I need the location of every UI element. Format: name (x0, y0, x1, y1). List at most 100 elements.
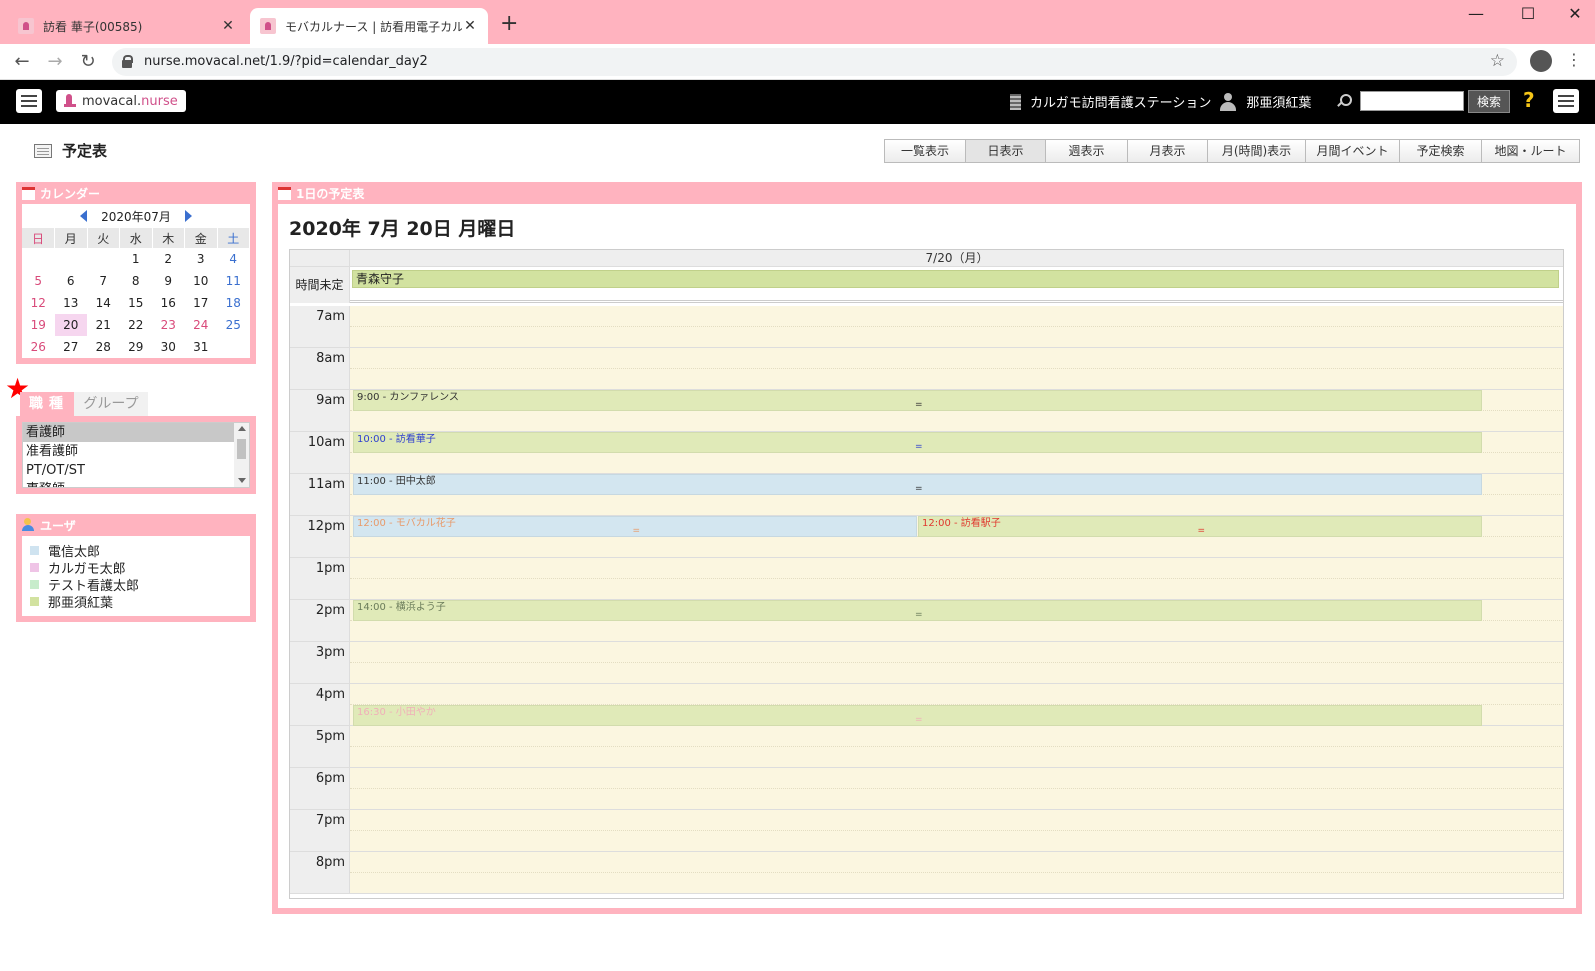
resize-handle-icon[interactable]: = (1198, 527, 1206, 536)
schedule-event[interactable]: 10:00 - 訪看華子 = (353, 432, 1482, 453)
hour-slot[interactable] (350, 810, 1563, 852)
job-type-option[interactable]: 看護師 (23, 423, 249, 442)
calendar-day[interactable]: 21 (87, 314, 120, 336)
close-icon[interactable]: ✕ (220, 18, 236, 34)
window-close-icon[interactable]: ✕ (1555, 4, 1595, 23)
hour-slot[interactable] (350, 348, 1563, 390)
maximize-icon[interactable]: ☐ (1508, 4, 1548, 23)
resize-handle-icon[interactable]: = (915, 401, 923, 410)
schedule-event[interactable]: 9:00 - カンファレンス = (353, 390, 1482, 411)
bookmark-star-icon[interactable]: ☆ (1490, 51, 1505, 71)
scroll-down-icon[interactable] (238, 478, 246, 483)
calendar-day[interactable]: 28 (87, 336, 120, 358)
next-month-icon[interactable] (184, 210, 192, 222)
calendar-day[interactable]: 26 (22, 336, 55, 358)
calendar-day[interactable]: 3 (185, 248, 218, 270)
browser-menu-icon[interactable]: ⋮ (1566, 50, 1582, 69)
calendar-day[interactable]: 19 (22, 314, 55, 336)
browser-tab-2[interactable]: モバカルナース | 訪看用電子カルテ ✕ (250, 8, 488, 44)
calendar-day[interactable]: 2 (152, 248, 185, 270)
untimed-event[interactable]: 青森守子 (352, 270, 1559, 288)
tab-map-route[interactable]: 地図・ルート (1482, 139, 1580, 163)
profile-icon[interactable] (1530, 50, 1552, 72)
back-arrow-icon[interactable]: ← (10, 50, 34, 74)
calendar-day[interactable]: 10 (185, 270, 218, 292)
calendar-day[interactable]: 24 (185, 314, 218, 336)
job-type-option[interactable]: 事務師 (23, 480, 249, 487)
minimize-icon[interactable]: — (1456, 4, 1496, 23)
tab-month-time-view[interactable]: 月(時間)表示 (1208, 139, 1306, 163)
tab-monthly-events[interactable]: 月間イベント (1306, 139, 1400, 163)
calendar-day[interactable]: 17 (185, 292, 218, 314)
hour-slot[interactable] (350, 642, 1563, 684)
calendar-day[interactable]: 22 (120, 314, 153, 336)
job-type-listbox[interactable]: 看護師准看護師PT/OT/ST事務師 (22, 422, 250, 488)
calendar-day[interactable]: 15 (120, 292, 153, 314)
tab-list-view[interactable]: 一覧表示 (884, 139, 966, 163)
tab-week-view[interactable]: 週表示 (1046, 139, 1128, 163)
new-tab-icon[interactable]: + (500, 12, 518, 36)
calendar-day[interactable]: 13 (55, 292, 88, 314)
tab-job-type[interactable]: 職種 (20, 392, 74, 416)
user-row[interactable]: 電信太郎 (30, 542, 250, 560)
help-icon[interactable]: ? (1523, 88, 1535, 112)
schedule-event[interactable]: 12:00 - モバカル花子 = (353, 516, 917, 537)
hour-slot[interactable] (350, 558, 1563, 600)
scroll-thumb[interactable] (237, 439, 246, 459)
hour-slot[interactable] (350, 306, 1563, 348)
header-search-input[interactable] (1360, 91, 1464, 111)
tab-day-view[interactable]: 日表示 (966, 139, 1046, 163)
calendar-day[interactable]: 1 (120, 248, 153, 270)
tab-schedule-search[interactable]: 予定検索 (1400, 139, 1482, 163)
resize-handle-icon[interactable]: = (633, 527, 641, 536)
movacal-logo[interactable]: movacal.nurse (56, 90, 186, 112)
hour-slot[interactable] (350, 768, 1563, 810)
calendar-day[interactable]: 27 (55, 336, 88, 358)
untimed-area[interactable]: 青森守子 (350, 267, 1563, 303)
resize-handle-icon[interactable]: = (915, 611, 923, 620)
hamburger-menu-icon[interactable] (16, 89, 42, 113)
resize-handle-icon[interactable]: = (915, 443, 923, 452)
user-row[interactable]: 那亜須紅葉 (30, 593, 250, 611)
schedule-event[interactable]: 16:30 - 小田やか = (353, 705, 1482, 726)
schedule-event[interactable]: 11:00 - 田中太郎 = (353, 474, 1482, 495)
calendar-day[interactable]: 23 (152, 314, 185, 336)
forward-arrow-icon[interactable]: → (43, 50, 67, 74)
close-icon[interactable]: ✕ (462, 18, 478, 34)
header-search-button[interactable]: 検索 (1468, 90, 1510, 113)
user-row[interactable]: テスト看護太郎 (30, 576, 250, 594)
calendar-day[interactable]: 6 (55, 270, 88, 292)
hour-slot[interactable] (350, 852, 1563, 894)
browser-tab-1[interactable]: 訪看 華子(00585) ✕ (8, 8, 246, 44)
calendar-day[interactable]: 18 (217, 292, 250, 314)
job-type-option[interactable]: 准看護師 (23, 442, 249, 461)
prev-month-icon[interactable] (80, 210, 88, 222)
scroll-up-icon[interactable] (238, 426, 246, 431)
calendar-day[interactable]: 29 (120, 336, 153, 358)
schedule-event[interactable]: 12:00 - 訪看駅子 = (918, 516, 1482, 537)
calendar-day[interactable]: 20 (54, 314, 87, 336)
reload-icon[interactable]: ↻ (76, 50, 100, 74)
hour-slot[interactable] (350, 726, 1563, 768)
calendar-day[interactable]: 11 (217, 270, 250, 292)
calendar-day[interactable]: 4 (217, 248, 250, 270)
calendar-day[interactable]: 14 (87, 292, 120, 314)
tab-group[interactable]: グループ (74, 392, 148, 416)
tab-month-view[interactable]: 月表示 (1128, 139, 1208, 163)
calendar-day[interactable]: 7 (87, 270, 120, 292)
calendar-day[interactable]: 12 (22, 292, 55, 314)
url-field[interactable]: nurse.movacal.net/1.9/?pid=calendar_day2… (112, 48, 1517, 76)
schedule-event[interactable]: 14:00 - 横浜よう子 = (353, 600, 1482, 621)
right-menu-icon[interactable] (1553, 89, 1579, 113)
job-type-option[interactable]: PT/OT/ST (23, 461, 249, 480)
resize-handle-icon[interactable]: = (915, 716, 923, 725)
calendar-day[interactable]: 16 (152, 292, 185, 314)
calendar-day[interactable]: 30 (152, 336, 185, 358)
calendar-day[interactable]: 9 (152, 270, 185, 292)
user-row[interactable]: カルガモ太郎 (30, 559, 250, 577)
calendar-day[interactable]: 31 (185, 336, 218, 358)
calendar-day[interactable]: 8 (120, 270, 153, 292)
calendar-day[interactable]: 5 (22, 270, 55, 292)
calendar-day[interactable]: 25 (217, 314, 250, 336)
listbox-scrollbar[interactable] (234, 423, 249, 487)
